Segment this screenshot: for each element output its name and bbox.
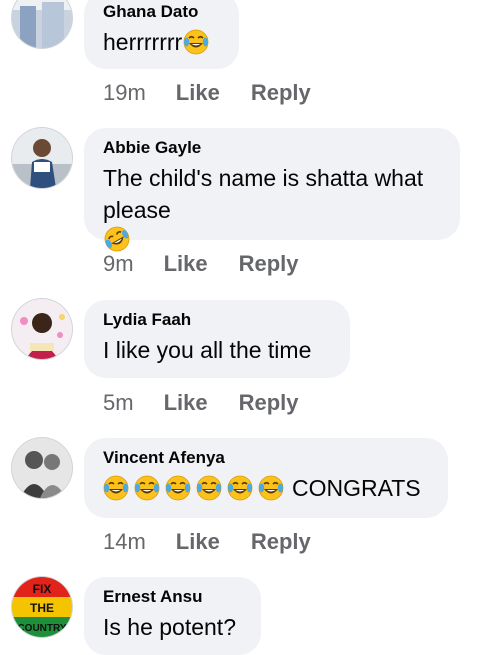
reply-button[interactable]: Reply (251, 80, 311, 106)
comment-text: herrrrrrr (103, 26, 219, 58)
comment-text: Is he potent? (103, 611, 241, 643)
reply-button[interactable]: Reply (251, 529, 311, 555)
reply-button[interactable]: Reply (239, 390, 299, 416)
comment-timestamp: 19m (103, 80, 146, 105)
tears-of-joy-emoji-icon (183, 29, 209, 55)
like-button[interactable]: Like (176, 529, 220, 555)
avatar[interactable] (12, 0, 72, 48)
tears-of-joy-emoji-icon (227, 475, 253, 501)
avatar[interactable] (12, 438, 72, 498)
comment-text-content: CONGRATS (292, 475, 421, 501)
tears-of-joy-emoji-icon (196, 475, 222, 501)
comment-author[interactable]: Ernest Ansu (103, 587, 241, 607)
comment-actions: 5m Like Reply (103, 390, 299, 416)
tears-of-joy-emoji-icon (165, 475, 191, 501)
tears-of-joy-emoji-icon (134, 475, 160, 501)
comment-text: I like you all the time (103, 334, 330, 366)
comment-timestamp: 9m (103, 251, 134, 276)
comment-text: The child's name is shatta what please (103, 162, 440, 252)
avatar[interactable] (12, 128, 72, 188)
comment-bubble: Vincent Afenya CONGRATS (84, 438, 448, 518)
comment-actions: 19m Like Reply (103, 80, 311, 106)
reply-button[interactable]: Reply (239, 251, 299, 277)
comment-actions: 9m Like Reply (103, 251, 299, 277)
like-button[interactable]: Like (176, 80, 220, 106)
tears-of-joy-emoji-icon (258, 475, 284, 501)
comment-text-content: herrrrrrr (103, 29, 183, 55)
comment-bubble: Lydia Faah I like you all the time (84, 300, 350, 378)
avatar-text-fix: FIX (33, 582, 52, 596)
comment-bubble: Abbie Gayle The child's name is shatta w… (84, 128, 460, 252)
comment-text: CONGRATS (103, 472, 428, 504)
comment-author[interactable]: Lydia Faah (103, 310, 330, 330)
like-button[interactable]: Like (164, 251, 208, 277)
comment-author[interactable]: Abbie Gayle (103, 138, 440, 158)
comment-bubble: Ghana Dato herrrrrrr (84, 0, 239, 69)
avatar[interactable]: FIX THE COUNTRY (12, 577, 72, 637)
like-button[interactable]: Like (164, 390, 208, 416)
comment-bubble: Ernest Ansu Is he potent? (84, 577, 261, 655)
avatar[interactable] (12, 299, 72, 359)
comment-text-content: Is he potent? (103, 614, 236, 640)
avatar-text-the: THE (30, 601, 54, 615)
tears-of-joy-emoji-icon (103, 475, 129, 501)
comment-timestamp: 5m (103, 390, 134, 415)
comment-actions: 14m Like Reply (103, 529, 311, 555)
avatar-text-country: COUNTRY (17, 623, 66, 634)
comment-author[interactable]: Ghana Dato (103, 2, 219, 22)
comment-text-content: I like you all the time (103, 337, 312, 363)
comment-text-content: The child's name is shatta what please (103, 165, 424, 223)
rofl-emoji-icon (104, 226, 130, 252)
comment-author[interactable]: Vincent Afenya (103, 448, 428, 468)
comment-timestamp: 14m (103, 529, 146, 554)
